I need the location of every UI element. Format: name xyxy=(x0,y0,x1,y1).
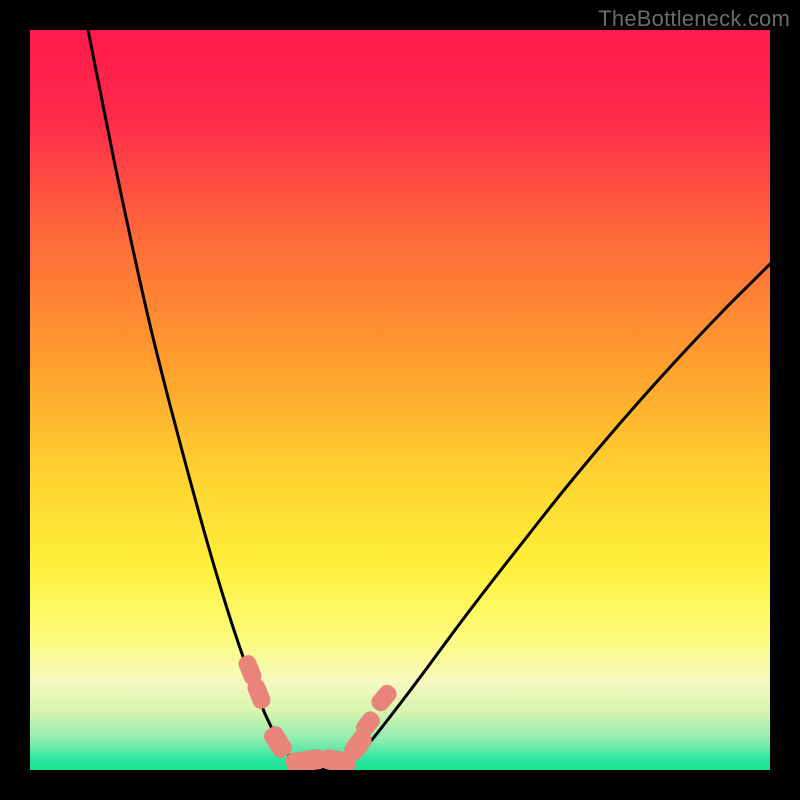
gradient-background xyxy=(30,30,770,770)
watermark-text: TheBottleneck.com xyxy=(598,6,790,32)
chart-svg xyxy=(30,30,770,770)
plot-area xyxy=(30,30,770,770)
chart-frame: TheBottleneck.com xyxy=(0,0,800,800)
